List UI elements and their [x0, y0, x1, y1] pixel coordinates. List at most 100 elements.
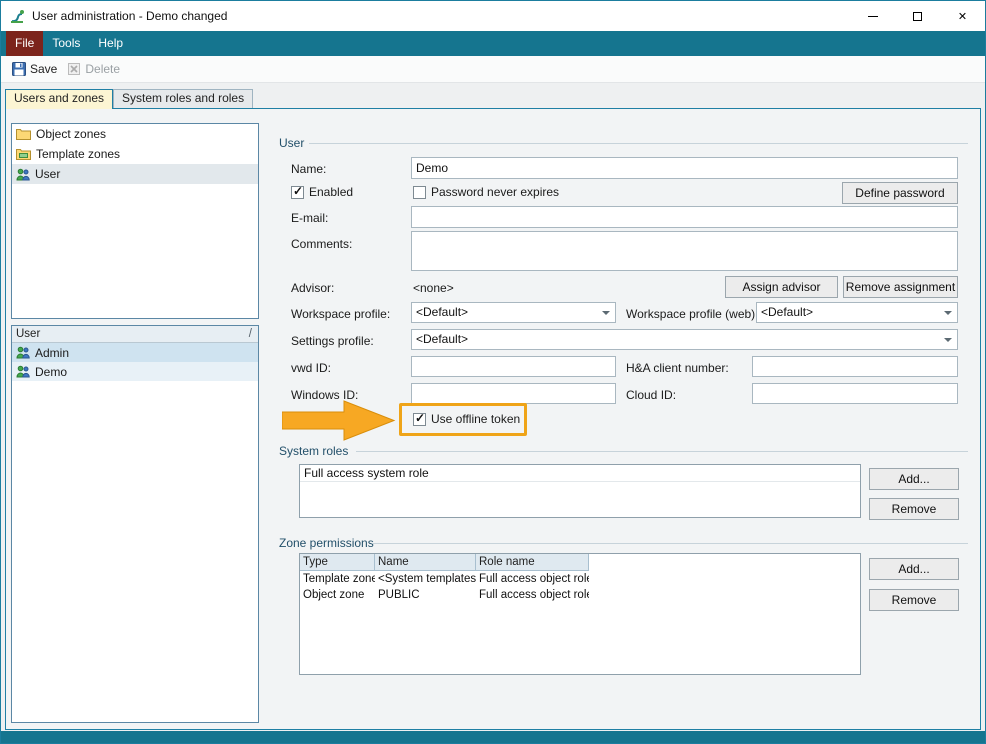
maximize-icon	[913, 12, 922, 21]
tree-item-user[interactable]: User	[12, 164, 258, 184]
minimize-icon	[868, 16, 878, 17]
define-password-button[interactable]: Define password	[842, 182, 958, 204]
remove-assignment-button[interactable]: Remove assignment	[843, 276, 958, 298]
comments-label: Comments:	[291, 237, 352, 251]
tree-item-label: Object zones	[36, 127, 106, 141]
tree-item-label: Template zones	[36, 147, 120, 161]
toolbar: Save Delete	[1, 56, 985, 83]
column-header-name[interactable]: Name	[375, 554, 476, 571]
checkbox-checked-icon	[413, 413, 426, 426]
column-header-type[interactable]: Type	[300, 554, 375, 571]
workspace-profile-select[interactable]: <Default>	[411, 302, 616, 323]
maximize-button[interactable]	[895, 1, 940, 31]
titlebar[interactable]: User administration - Demo changed	[1, 1, 985, 31]
table-row-object-zone[interactable]: Object zone PUBLIC Full access object ro…	[300, 587, 860, 603]
zone-permissions-add-button[interactable]: Add...	[869, 558, 959, 580]
list-item-admin[interactable]: Admin	[12, 343, 258, 362]
ha-client-number-label: H&A client number:	[626, 361, 729, 375]
user-icon	[16, 346, 30, 359]
user-list-column-header[interactable]: User /	[12, 326, 258, 343]
cell-role-name: Full access object role	[476, 571, 589, 587]
tab-system-roles-and-roles[interactable]: System roles and roles	[113, 89, 253, 108]
app-icon	[9, 8, 25, 24]
save-button[interactable]: Save	[7, 59, 62, 79]
list-item-system-role[interactable]: Full access system role	[300, 465, 860, 482]
column-header-label: User	[16, 328, 40, 340]
windows-id-input[interactable]	[411, 383, 616, 404]
selected-value: <Default>	[416, 305, 468, 319]
tree-item-label: User	[35, 167, 60, 181]
template-folder-icon	[16, 148, 31, 160]
user-group-label: User	[279, 136, 304, 150]
close-button[interactable]	[940, 1, 985, 31]
enabled-label: Enabled	[309, 185, 353, 199]
window-controls	[850, 1, 985, 31]
group-divider	[309, 143, 968, 144]
cell-name: <System templates>	[375, 571, 476, 587]
menu-file[interactable]: File	[6, 31, 43, 56]
delete-icon	[67, 62, 81, 76]
folder-icon	[16, 128, 31, 140]
menu-tools[interactable]: Tools	[43, 31, 89, 56]
chevron-down-icon	[602, 311, 610, 315]
zones-tree-panel: Object zones Template zones	[11, 123, 259, 319]
comments-input[interactable]	[411, 231, 958, 271]
chevron-down-icon	[944, 338, 952, 342]
zone-permissions-table: Type Name Role name Template zone <Syste…	[299, 553, 861, 675]
save-label: Save	[30, 62, 57, 76]
list-item-demo[interactable]: Demo	[12, 362, 258, 381]
app-window: User administration - Demo changed File …	[0, 0, 986, 744]
email-input[interactable]	[411, 206, 958, 228]
password-never-expires-checkbox[interactable]: Password never expires	[413, 185, 559, 199]
annotation-arrow-icon	[282, 398, 396, 443]
cell-type: Object zone	[300, 587, 375, 603]
enabled-checkbox[interactable]: Enabled	[291, 185, 353, 199]
system-roles-list: Full access system role	[299, 464, 861, 518]
tree-item-template-zones[interactable]: Template zones	[12, 144, 258, 164]
list-item-label: Demo	[35, 365, 67, 379]
advisor-value: <none>	[413, 281, 454, 295]
table-header-row: Type Name Role name	[300, 554, 860, 571]
table-row-template-zone[interactable]: Template zone <System templates> Full ac…	[300, 571, 860, 587]
name-input[interactable]	[411, 157, 958, 179]
vwd-id-input[interactable]	[411, 356, 616, 377]
selected-value: <Default>	[416, 332, 468, 346]
settings-profile-select[interactable]: <Default>	[411, 329, 958, 350]
tab-users-and-zones[interactable]: Users and zones	[5, 89, 113, 109]
window-title: User administration - Demo changed	[32, 1, 227, 31]
workspace-profile-web-label: Workspace profile (web):	[626, 307, 759, 321]
close-icon	[958, 7, 967, 25]
ha-client-number-input[interactable]	[752, 356, 958, 377]
minimize-button[interactable]	[850, 1, 895, 31]
zone-permissions-group-label: Zone permissions	[279, 536, 374, 550]
assign-advisor-button[interactable]: Assign advisor	[725, 276, 838, 298]
checkbox-unchecked-icon	[413, 186, 426, 199]
group-divider	[372, 543, 968, 544]
list-item-label: Admin	[35, 346, 69, 360]
cell-name: PUBLIC	[375, 587, 476, 603]
column-header-role-name[interactable]: Role name	[476, 554, 589, 571]
users-icon	[16, 168, 30, 181]
cell-role-name: Full access object role	[476, 587, 589, 603]
delete-button[interactable]: Delete	[62, 59, 125, 79]
cell-type: Template zone	[300, 571, 375, 587]
system-roles-add-button[interactable]: Add...	[869, 468, 959, 490]
vwd-id-label: vwd ID:	[291, 361, 331, 375]
group-divider	[356, 451, 968, 452]
email-label: E-mail:	[291, 211, 328, 225]
use-offline-token-checkbox[interactable]: Use offline token	[413, 412, 520, 426]
delete-label: Delete	[85, 62, 120, 76]
tree-item-object-zones[interactable]: Object zones	[12, 124, 258, 144]
use-offline-token-label: Use offline token	[431, 412, 520, 426]
name-label: Name:	[291, 162, 326, 176]
menubar: File Tools Help	[1, 31, 985, 56]
workspace-profile-web-select[interactable]: <Default>	[756, 302, 958, 323]
menu-help[interactable]: Help	[89, 31, 132, 56]
zone-permissions-remove-button[interactable]: Remove	[869, 589, 959, 611]
cloud-id-input[interactable]	[752, 383, 958, 404]
chevron-down-icon	[944, 311, 952, 315]
save-icon	[12, 62, 26, 76]
password-never-expires-label: Password never expires	[431, 185, 559, 199]
system-roles-remove-button[interactable]: Remove	[869, 498, 959, 520]
selected-value: <Default>	[761, 305, 813, 319]
